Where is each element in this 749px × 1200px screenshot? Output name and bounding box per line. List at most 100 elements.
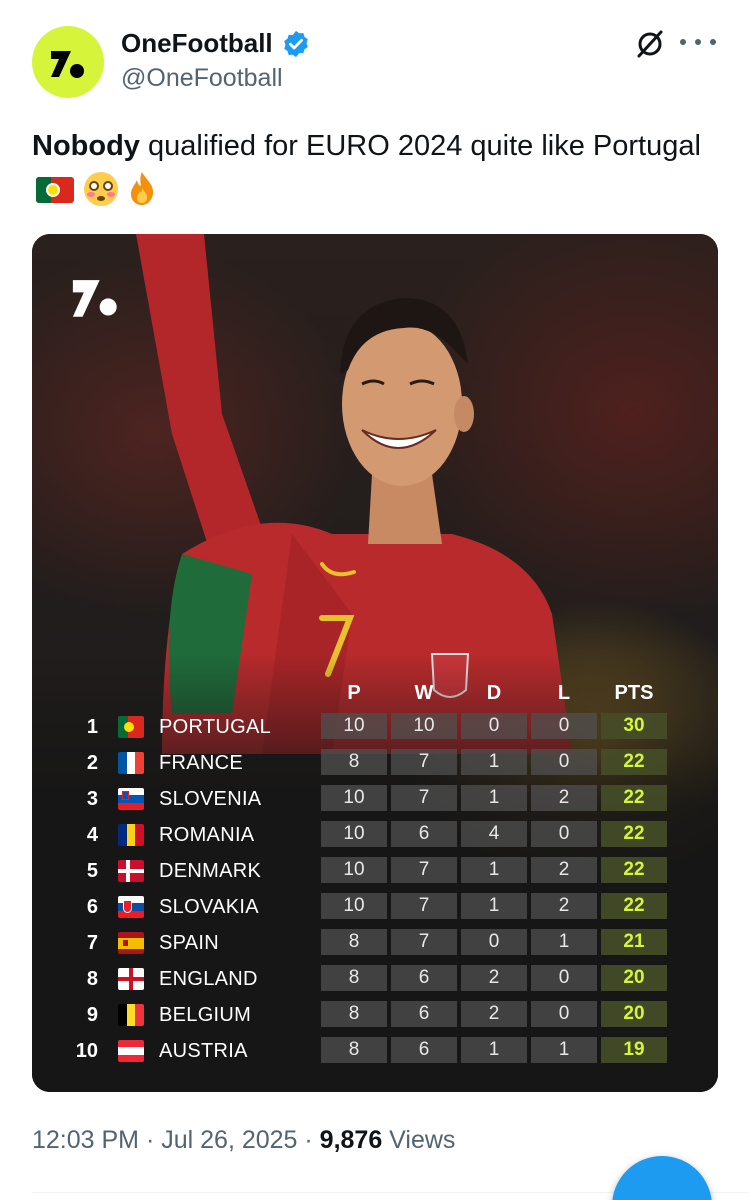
grok-icon[interactable] xyxy=(634,28,666,60)
row-w-cell: 7 xyxy=(391,785,457,811)
row-p-cell: 10 xyxy=(321,785,387,811)
row-w-cell: 7 xyxy=(391,749,457,775)
row-position: 8 xyxy=(86,968,98,990)
table-row: 2 FRANCE 8 7 1 0 22 xyxy=(32,749,718,779)
row-team-name: DENMARK xyxy=(159,860,262,882)
table-row: 10 AUSTRIA 8 6 1 1 19 xyxy=(32,1037,718,1067)
austria-flag-icon xyxy=(118,1040,144,1062)
row-pts-cell: 22 xyxy=(601,821,667,847)
row-position: 9 xyxy=(86,1004,98,1026)
row-d-cell: 2 xyxy=(461,1001,527,1027)
row-position: 2 xyxy=(86,752,98,774)
row-pts-cell: 19 xyxy=(601,1037,667,1063)
row-d-cell: 1 xyxy=(461,785,527,811)
standings-table: P W D L PTS 1 PORTUGAL 10 10 0 0 30 2 FRANCE 8 7 1 0… xyxy=(32,680,718,1063)
tweet-body: qualified for EURO 2024 quite like Portu… xyxy=(139,130,701,162)
slovakia-flag-icon xyxy=(118,896,144,918)
table-header: P W D L PTS xyxy=(32,680,718,710)
row-p-cell: 10 xyxy=(321,821,387,847)
author-display-name[interactable]: OneFootball xyxy=(121,28,273,59)
row-w-cell: 6 xyxy=(391,821,457,847)
row-position: 1 xyxy=(86,716,98,738)
row-w-cell: 7 xyxy=(391,893,457,919)
tweet-date[interactable]: Jul 26, 2025 xyxy=(161,1126,297,1154)
row-p-cell: 8 xyxy=(321,749,387,775)
row-team-name: SLOVENIA xyxy=(159,788,262,810)
table-row: 1 PORTUGAL 10 10 0 0 30 xyxy=(32,713,718,743)
row-l-cell: 2 xyxy=(531,893,597,919)
row-pts-cell: 22 xyxy=(601,857,667,883)
row-w-cell: 7 xyxy=(391,929,457,955)
row-position: 4 xyxy=(86,824,98,846)
header-points: PTS xyxy=(614,682,654,704)
tweet-text: Nobody qualified for EURO 2024 quite lik… xyxy=(32,124,712,212)
spain-flag-icon xyxy=(118,932,144,954)
more-options-icon[interactable] xyxy=(680,30,716,54)
row-w-cell: 6 xyxy=(391,1001,457,1027)
row-l-cell: 2 xyxy=(531,857,597,883)
row-pts-cell: 20 xyxy=(601,965,667,991)
row-p-cell: 8 xyxy=(321,965,387,991)
row-p-cell: 8 xyxy=(321,1037,387,1063)
flushed-face-emoji xyxy=(84,172,119,206)
table-row: 4 ROMANIA 10 6 4 0 22 xyxy=(32,821,718,851)
portugal-flag-icon xyxy=(118,716,144,738)
row-p-cell: 10 xyxy=(321,857,387,883)
row-pts-cell: 22 xyxy=(601,893,667,919)
row-pts-cell: 22 xyxy=(601,785,667,811)
row-team-name: SPAIN xyxy=(159,932,220,954)
row-pts-cell: 30 xyxy=(601,713,667,739)
compose-button[interactable] xyxy=(612,1156,712,1200)
row-l-cell: 0 xyxy=(531,821,597,847)
row-team-name: FRANCE xyxy=(159,752,244,774)
table-row: 6 SLOVAKIA 10 7 1 2 22 xyxy=(32,893,718,923)
table-row: 8 ENGLAND 8 6 2 0 20 xyxy=(32,965,718,995)
meta-separator: · xyxy=(297,1126,320,1154)
france-flag-icon xyxy=(118,752,144,774)
row-team-name: BELGIUM xyxy=(159,1004,252,1026)
onefootball-watermark-icon xyxy=(72,280,117,317)
row-pts-cell: 22 xyxy=(601,749,667,775)
row-p-cell: 8 xyxy=(321,1001,387,1027)
row-d-cell: 1 xyxy=(461,749,527,775)
row-l-cell: 1 xyxy=(531,929,597,955)
row-p-cell: 10 xyxy=(321,893,387,919)
row-w-cell: 7 xyxy=(391,857,457,883)
row-team-name: SLOVAKIA xyxy=(159,896,259,918)
row-position: 3 xyxy=(86,788,98,810)
row-l-cell: 2 xyxy=(531,785,597,811)
row-w-cell: 10 xyxy=(391,713,457,739)
row-d-cell: 0 xyxy=(461,713,527,739)
tweet-image[interactable]: P W D L PTS 1 PORTUGAL 10 10 0 0 30 2 FRANCE 8 7 1 0… xyxy=(32,234,718,1092)
slovenia-flag-icon xyxy=(118,788,144,810)
author-avatar[interactable] xyxy=(32,26,104,98)
tweet-bold-word: Nobody xyxy=(32,130,140,162)
row-position: 10 xyxy=(75,1040,98,1062)
tweet-time[interactable]: 12:03 PM xyxy=(32,1126,139,1154)
header-drawn: D xyxy=(486,682,502,704)
row-p-cell: 8 xyxy=(321,929,387,955)
table-row: 3 SLOVENIA 10 7 1 2 22 xyxy=(32,785,718,815)
views-count: 9,876 xyxy=(319,1126,383,1154)
row-l-cell: 0 xyxy=(531,1001,597,1027)
row-d-cell: 1 xyxy=(461,893,527,919)
row-l-cell: 0 xyxy=(531,713,597,739)
onefootball-logo-icon xyxy=(51,51,84,78)
row-pts-cell: 21 xyxy=(601,929,667,955)
author-name-row[interactable]: OneFootball xyxy=(121,28,311,59)
author-handle[interactable]: @OneFootball xyxy=(121,64,283,93)
denmark-flag-icon xyxy=(118,860,144,882)
row-d-cell: 0 xyxy=(461,929,527,955)
row-l-cell: 0 xyxy=(531,749,597,775)
header-won: W xyxy=(414,682,434,704)
portugal-flag-emoji xyxy=(36,177,74,203)
tweet-meta: 12:03 PM · Jul 26, 2025 · 9,876 Views xyxy=(32,1126,455,1155)
row-team-name: ENGLAND xyxy=(159,968,258,990)
romania-flag-icon xyxy=(118,824,144,846)
england-flag-icon xyxy=(118,968,144,990)
row-d-cell: 1 xyxy=(461,857,527,883)
row-l-cell: 0 xyxy=(531,965,597,991)
row-w-cell: 6 xyxy=(391,965,457,991)
row-p-cell: 10 xyxy=(321,713,387,739)
row-l-cell: 1 xyxy=(531,1037,597,1063)
